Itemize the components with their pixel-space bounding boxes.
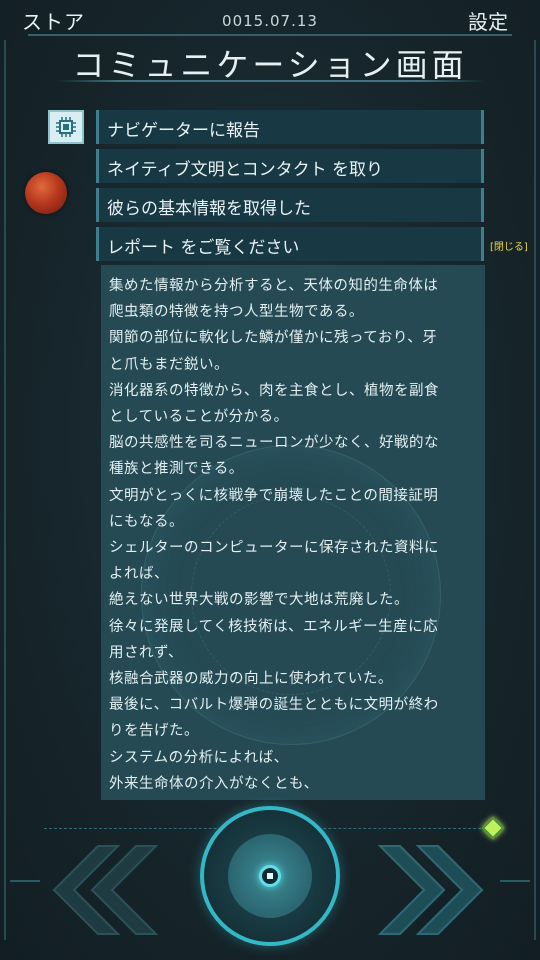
- ring-button-icon: [259, 865, 281, 887]
- report-line: 消化器系の特徴から、肉を主食とし、植物を副食: [109, 382, 439, 399]
- screen-frame: ストア 0015.07.13 設定 コミュニケーション画面 ナビゲーターに報告 …: [0, 0, 540, 960]
- report-line: 最後に、コバルト爆弾の誕生とともに文明が終わ: [109, 697, 439, 714]
- report-line: 関節の部位に軟化した鱗が僅かに残っており、牙: [109, 330, 438, 347]
- double-chevron-right-icon[interactable]: [378, 842, 488, 938]
- report-panel[interactable]: 集めた情報から分析すると、天体の知的生命体は 爬虫類の特徴を持つ人型生物である。…: [101, 265, 485, 800]
- report-line: システムの分析によれば、: [109, 749, 289, 766]
- report-line: 徐々に発展してく核技術は、エネルギー生産に応: [109, 618, 439, 635]
- planet-icon: [25, 172, 67, 214]
- title-divider: [56, 80, 484, 82]
- report-line: と爪もまだ鋭い。: [109, 356, 229, 373]
- report-line: 集めた情報から分析すると、天体の知的生命体は: [109, 278, 439, 294]
- report-line: 用されず、: [109, 644, 183, 661]
- message-bubble: ナビゲーターに報告: [96, 110, 484, 144]
- report-line: シェルターのコンピューターに保存された資料に: [109, 540, 439, 557]
- report-line: 脳の共感性を司るニューロンが少なく、好戦的な: [109, 435, 439, 452]
- message-text: 彼らの基本情報を取得した: [107, 199, 311, 219]
- bottom-deco-left: [10, 880, 40, 882]
- bottom-deco-right: [500, 880, 530, 882]
- report-line: 絶えない世界大戦の影響で大地は荒廃した。: [109, 592, 409, 609]
- double-chevron-left-icon[interactable]: [48, 842, 158, 938]
- top-bar: ストア 0015.07.13 設定: [0, 0, 540, 40]
- message-text: レポート をご覧ください: [107, 238, 300, 258]
- frame-border-right: [534, 40, 536, 940]
- report-line: 核融合武器の威力の向上に使われていた。: [109, 671, 393, 688]
- frame-border-left: [4, 40, 6, 940]
- report-line: 爬虫類の特徴を持つ人型生物である。: [109, 304, 364, 321]
- ring-inner: [228, 834, 312, 918]
- center-action-button[interactable]: [200, 806, 340, 946]
- report-line: 文明がとっくに核戦争で崩壊したことの間接証明: [109, 487, 439, 504]
- settings-button[interactable]: 設定: [468, 6, 508, 35]
- report-line: にもなる。: [109, 513, 184, 530]
- diamond-gem-icon[interactable]: [481, 816, 505, 840]
- close-report-link[interactable]: [閉じる]: [490, 238, 528, 253]
- report-line: 外来生命体の介入がなくとも、: [109, 775, 319, 792]
- message-text: ネイティブ文明とコンタクト を取り: [107, 160, 384, 180]
- report-line: としていることが分かる。: [109, 409, 289, 426]
- report-line: りを告げた。: [109, 723, 199, 740]
- game-date: 0015.07.13: [222, 12, 318, 30]
- top-divider: [28, 34, 512, 36]
- report-text: 集めた情報から分析すると、天体の知的生命体は 爬虫類の特徴を持つ人型生物である。…: [109, 273, 477, 797]
- message-bubble: レポート をご覧ください: [96, 227, 484, 261]
- report-line: 種族と推測できる。: [109, 461, 244, 478]
- message-bubble: 彼らの基本情報を取得した: [96, 188, 484, 222]
- navigator-avatar: [48, 110, 84, 144]
- report-line: よれば、: [109, 566, 169, 583]
- message-text: ナビゲーターに報告: [107, 121, 260, 141]
- ring-core-dot: [267, 873, 273, 879]
- message-bubble: ネイティブ文明とコンタクト を取り: [96, 149, 484, 183]
- chip-icon: [56, 117, 76, 137]
